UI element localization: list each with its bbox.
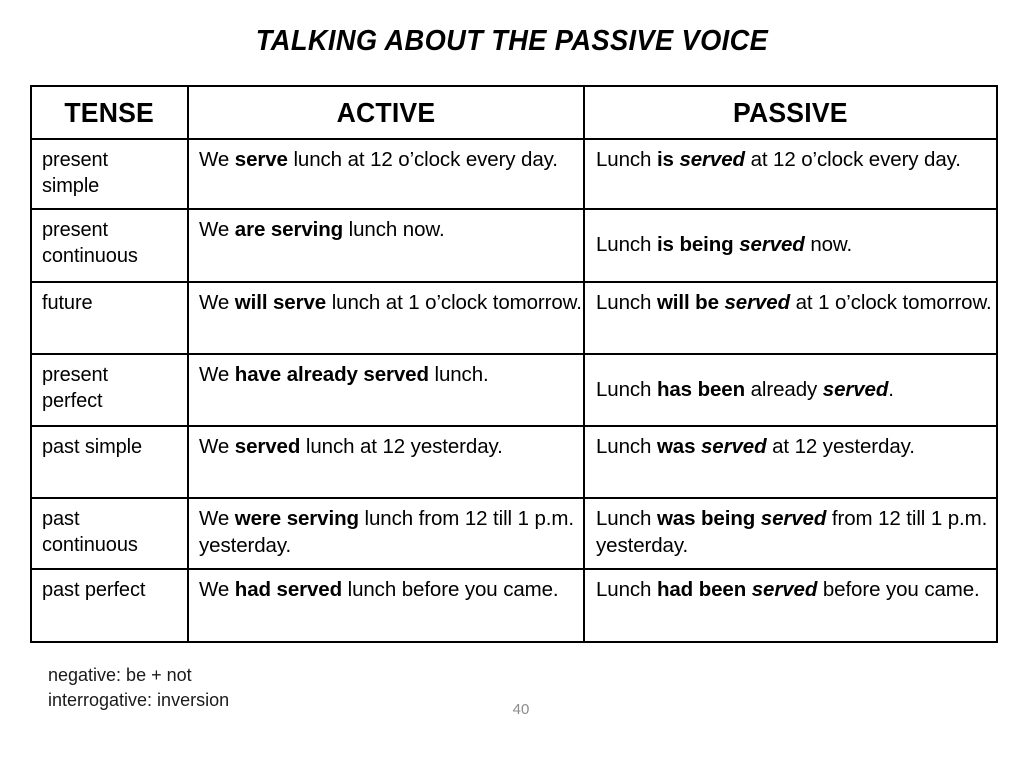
column-header-active: ACTIVE xyxy=(187,85,585,140)
cell-active: We have already served lunch. xyxy=(187,353,585,427)
passive-sentence: Lunch has been already served. xyxy=(596,377,894,401)
cell-active: We serve lunch at 12 o’clock every day. xyxy=(187,138,585,210)
column-header-tense: TENSE xyxy=(30,85,189,140)
page-title: TALKING ABOUT THE PASSIVE VOICE xyxy=(255,25,769,57)
cell-active: We are serving lunch now. xyxy=(187,208,585,283)
tense-label: future xyxy=(42,292,93,314)
active-sentence: We have already served lunch. xyxy=(199,363,489,386)
passive-sentence: Lunch will be served at 1 o’clock tomorr… xyxy=(596,291,992,314)
cell-tense: past continuous xyxy=(30,497,189,570)
passive-sentence: Lunch had been served before you came. xyxy=(596,578,980,601)
table-header-row: TENSE ACTIVE PASSIVE xyxy=(30,85,998,140)
cell-passive: Lunch will be served at 1 o’clock tomorr… xyxy=(583,281,998,355)
cell-tense: present simple xyxy=(30,138,189,210)
column-header-passive-label: PASSIVE xyxy=(733,96,848,128)
cell-active: We were serving lunch from 12 till 1 p.m… xyxy=(187,497,585,570)
cell-passive: Lunch is being served now. xyxy=(583,208,998,283)
active-sentence: We were serving lunch from 12 till 1 p.m… xyxy=(199,507,574,557)
cell-tense: present perfect xyxy=(30,353,189,427)
passive-sentence: Lunch is being served now. xyxy=(596,233,853,257)
cell-tense: present continuous xyxy=(30,208,189,283)
column-header-passive: PASSIVE xyxy=(583,85,998,140)
note-negative: negative: be + not xyxy=(48,665,192,685)
tense-label: past perfect xyxy=(42,579,146,601)
table-row: past perfect We had served lunch before … xyxy=(30,568,998,643)
slide-canvas: TALKING ABOUT THE PASSIVE VOICE TENSE AC… xyxy=(0,0,1024,768)
cell-passive: Lunch is served at 12 o’clock every day. xyxy=(583,138,998,210)
cell-passive: Lunch was served at 12 yesterday. xyxy=(583,425,998,499)
table-row: past simple We served lunch at 12 yester… xyxy=(30,425,998,499)
tense-label: present simple xyxy=(42,149,109,197)
passive-voice-table: TENSE ACTIVE PASSIVE present simple We se… xyxy=(30,85,998,643)
cell-tense: future xyxy=(30,281,189,355)
passive-sentence: Lunch was being served from 12 till 1 p.… xyxy=(596,507,988,557)
active-sentence: We served lunch at 12 yesterday. xyxy=(199,435,503,458)
column-header-tense-label: TENSE xyxy=(64,96,155,128)
active-sentence: We serve lunch at 12 o’clock every day. xyxy=(199,148,558,171)
column-header-active-label: ACTIVE xyxy=(336,96,436,128)
cell-passive: Lunch has been already served. xyxy=(583,353,998,427)
active-sentence: We are serving lunch now. xyxy=(199,218,445,241)
tense-label: past continuous xyxy=(42,508,138,556)
active-sentence: We will serve lunch at 1 o’clock tomorro… xyxy=(199,291,582,314)
cell-tense: past simple xyxy=(30,425,189,499)
cell-passive: Lunch had been served before you came. xyxy=(583,568,998,643)
page-number: 40 xyxy=(512,701,530,718)
table-body: present simple We serve lunch at 12 o’clo… xyxy=(30,138,998,643)
tense-label: present perfect xyxy=(42,364,109,412)
cell-tense: past perfect xyxy=(30,568,189,643)
table-row: present perfect We have already served lu… xyxy=(30,353,998,427)
cell-active: We had served lunch before you came. xyxy=(187,568,585,643)
passive-sentence: Lunch is served at 12 o’clock every day. xyxy=(596,148,961,171)
table-row: past continuous We were serving lunch fro… xyxy=(30,497,998,570)
table-row: present continuous We are serving lunch n… xyxy=(30,208,998,283)
tense-label: present continuous xyxy=(42,219,138,267)
table-row: future We will serve lunch at 1 o’clock … xyxy=(30,281,998,355)
cell-active: We served lunch at 12 yesterday. xyxy=(187,425,585,499)
active-sentence: We had served lunch before you came. xyxy=(199,578,559,601)
cell-active: We will serve lunch at 1 o’clock tomorro… xyxy=(187,281,585,355)
cell-passive: Lunch was being served from 12 till 1 p.… xyxy=(583,497,998,570)
passive-sentence: Lunch was served at 12 yesterday. xyxy=(596,435,915,458)
tense-label: past simple xyxy=(42,436,143,458)
table-row: present simple We serve lunch at 12 o’clo… xyxy=(30,138,998,210)
